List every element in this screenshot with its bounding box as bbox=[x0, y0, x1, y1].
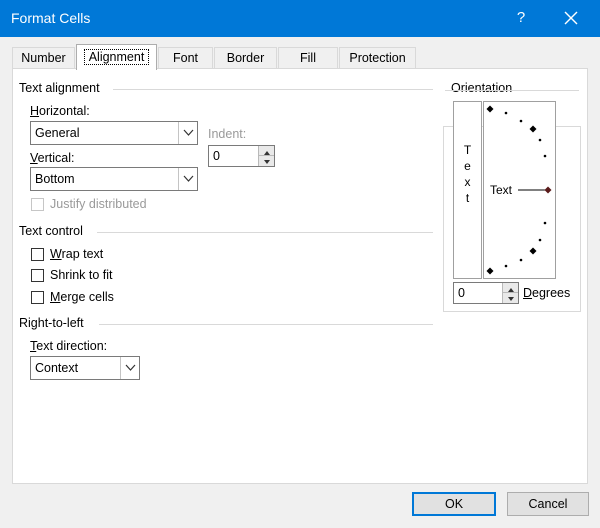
indent-label: Indent: bbox=[208, 127, 247, 141]
indent-input[interactable] bbox=[213, 149, 253, 163]
vertical-select[interactable]: Bottom bbox=[30, 167, 198, 191]
dial-point-45 bbox=[529, 125, 537, 133]
tab-fill[interactable]: Fill bbox=[278, 47, 338, 69]
rtl-heading: Right-to-left bbox=[19, 316, 84, 330]
chevron-down-icon bbox=[120, 357, 139, 379]
degrees-label-text: egrees bbox=[532, 286, 571, 300]
justify-distributed-label: Justify distributed bbox=[50, 197, 147, 211]
dial-text: Text bbox=[490, 183, 513, 197]
indent-spinner[interactable] bbox=[208, 145, 275, 167]
merge-cells-label-text: erge cells bbox=[60, 290, 114, 304]
shrink-to-fit-label: Shrink to fit bbox=[50, 268, 113, 282]
wrap-text-label: Wrap text bbox=[50, 247, 104, 261]
tab-fill-label: Fill bbox=[300, 51, 316, 65]
text-direction-label-text: ext direction: bbox=[36, 339, 108, 353]
close-button[interactable] bbox=[558, 5, 584, 31]
orientation-dial-graphic: Text bbox=[486, 105, 552, 275]
degrees-spinner[interactable] bbox=[453, 282, 519, 304]
vertical-label: Vertical: bbox=[30, 151, 75, 165]
tab-alignment-label: Alignment bbox=[83, 49, 150, 65]
degrees-up-button[interactable] bbox=[502, 283, 518, 293]
orientation-divider bbox=[445, 90, 579, 91]
wrap-text-label-text: rap text bbox=[61, 247, 104, 261]
indent-down-button[interactable] bbox=[258, 156, 274, 166]
vertical-text-button[interactable]: Text bbox=[453, 101, 482, 279]
tab-protection-label: Protection bbox=[349, 51, 406, 65]
help-button[interactable]: ? bbox=[510, 7, 532, 29]
title-bar: Format Cells ? bbox=[0, 0, 600, 37]
horizontal-label: Horizontal: bbox=[30, 104, 90, 118]
merge-cells-checkbox[interactable] bbox=[31, 291, 44, 304]
indent-up-button[interactable] bbox=[258, 146, 274, 156]
text-control-divider bbox=[97, 232, 433, 233]
degrees-down-button[interactable] bbox=[502, 293, 518, 303]
text-direction-value: Context bbox=[35, 361, 79, 375]
vertical-label-text: ertical: bbox=[37, 151, 75, 165]
tab-font-label: Font bbox=[172, 51, 198, 65]
chevron-down-icon bbox=[178, 168, 197, 190]
vertical-value: Bottom bbox=[35, 172, 75, 186]
orientation-heading: Orientation bbox=[449, 81, 515, 95]
tab-border-label: Border bbox=[226, 51, 265, 65]
merge-cells-label: Merge cells bbox=[50, 290, 114, 304]
dial-pointer bbox=[544, 186, 552, 194]
tab-alignment[interactable]: Alignment bbox=[76, 44, 157, 70]
justify-distributed-checkbox[interactable] bbox=[31, 198, 44, 211]
degrees-input[interactable] bbox=[458, 286, 498, 300]
tab-number[interactable]: Number bbox=[12, 47, 75, 69]
horizontal-value: General bbox=[35, 126, 80, 140]
text-control-heading: Text control bbox=[19, 224, 83, 238]
tab-font[interactable]: Font bbox=[158, 47, 213, 69]
degrees-label: Degrees bbox=[523, 286, 571, 300]
text-direction-label: Text direction: bbox=[30, 339, 108, 353]
ok-button[interactable]: OK bbox=[412, 492, 496, 516]
shrink-to-fit-checkbox[interactable] bbox=[31, 269, 44, 282]
horizontal-label-text: orizontal: bbox=[39, 104, 90, 118]
horizontal-select[interactable]: General bbox=[30, 121, 198, 145]
vertical-text-label: Text bbox=[463, 143, 472, 205]
wrap-text-checkbox[interactable] bbox=[31, 248, 44, 261]
dial-point-90 bbox=[486, 105, 494, 113]
cancel-button[interactable]: Cancel bbox=[507, 492, 589, 516]
dialog-body: Number Alignment Font Border Fill Protec… bbox=[0, 37, 600, 528]
text-alignment-heading: Text alignment bbox=[19, 81, 100, 95]
text-alignment-divider bbox=[113, 89, 433, 90]
tab-protection[interactable]: Protection bbox=[339, 47, 416, 69]
close-icon bbox=[564, 11, 578, 25]
orientation-dial[interactable]: Text bbox=[483, 101, 556, 279]
tab-border[interactable]: Border bbox=[214, 47, 277, 69]
dial-point-minus45 bbox=[529, 247, 537, 255]
text-direction-select[interactable]: Context bbox=[30, 356, 140, 380]
alignment-panel: Text alignment Horizontal: General Inden… bbox=[12, 68, 588, 484]
window-title: Format Cells bbox=[11, 10, 91, 26]
chevron-down-icon bbox=[178, 122, 197, 144]
dial-point-minus90 bbox=[486, 267, 494, 275]
tab-number-label: Number bbox=[21, 51, 66, 65]
rtl-divider bbox=[99, 324, 433, 325]
